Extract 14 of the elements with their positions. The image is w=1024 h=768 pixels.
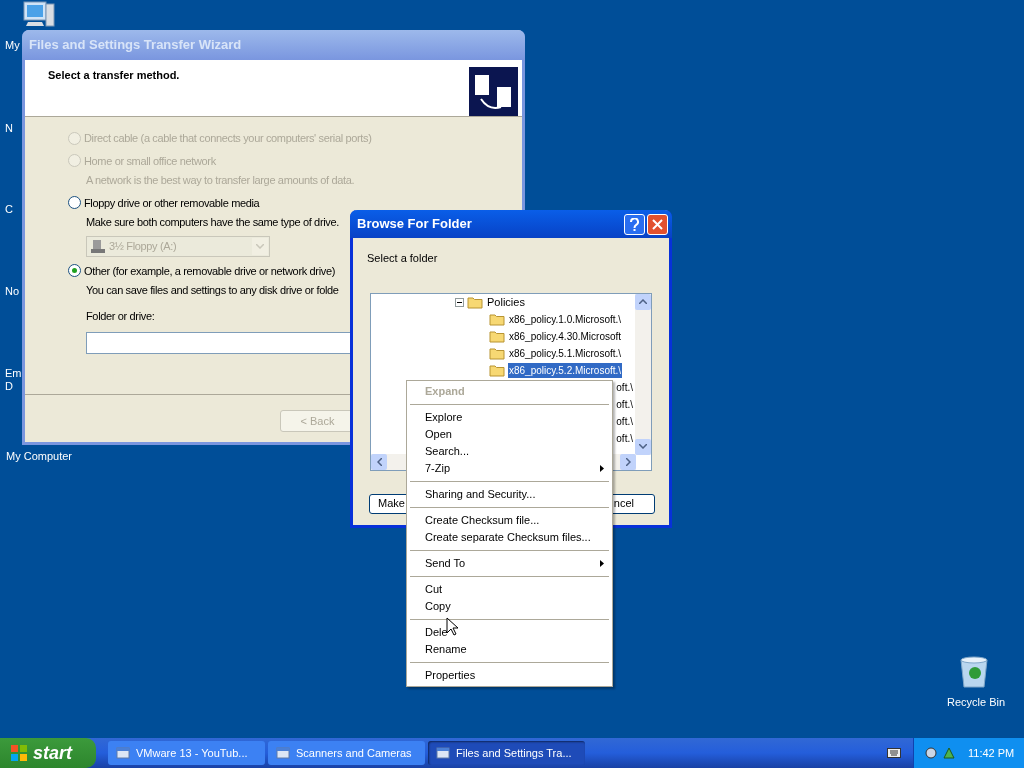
window-title: Browse For Folder	[357, 215, 472, 234]
dialog-prompt: Select a folder	[367, 251, 439, 266]
option-description: You can save files and settings to any disk drive or folde	[86, 283, 339, 298]
option-description: Make sure both computers have the same type of drive.	[86, 215, 339, 230]
icon-label: No	[5, 284, 20, 298]
icon-label: N	[5, 121, 13, 135]
icon-label: My	[5, 38, 20, 52]
window-title: Files and Settings Transfer Wizard	[29, 36, 242, 55]
field-label: Folder or drive:	[86, 308, 155, 324]
icon-label: D	[5, 379, 13, 393]
icon-label: C	[5, 202, 13, 216]
wizard-heading: Select a transfer method.	[48, 68, 180, 83]
icon-label: Em	[5, 366, 22, 380]
option-description: A network is the best way to transfer large amounts of data.	[86, 173, 355, 188]
